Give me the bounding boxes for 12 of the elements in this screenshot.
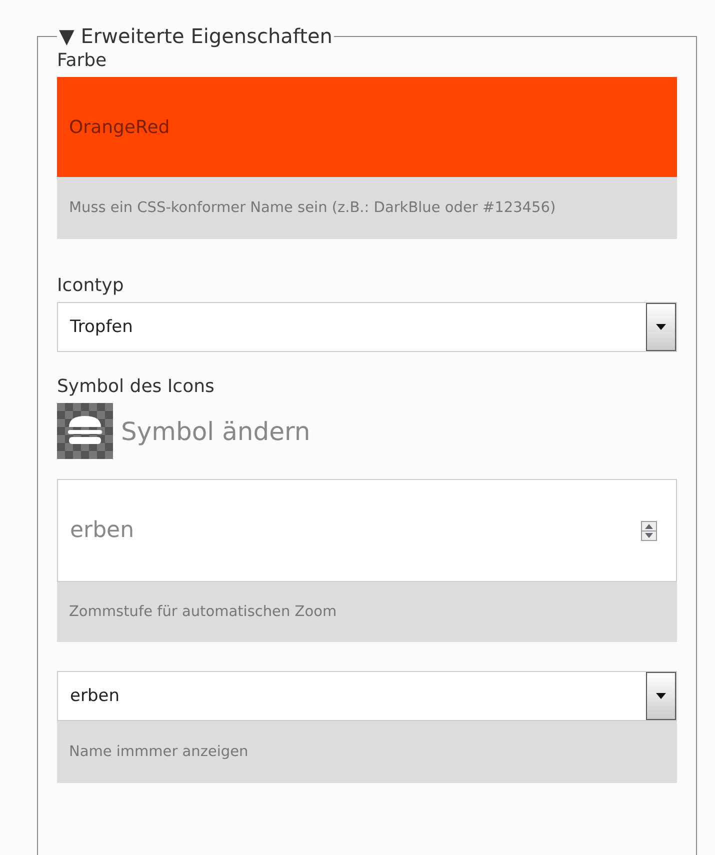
field-label: Farbe	[57, 50, 107, 71]
burger-icon	[57, 403, 113, 459]
field-hint: Muss ein CSS-konformer Name sein (z.B.: DarkBlue oder #123456)	[57, 177, 677, 239]
zoom-number-field[interactable]: erben	[57, 479, 677, 582]
section-toggle[interactable]: ▼ Erweiterte Eigenschaften	[59, 24, 332, 48]
icon-type-dropdown[interactable]: Tropfen	[57, 302, 677, 352]
field-label: Symbol des Icons	[57, 376, 214, 397]
field-hint: Zommstufe für automatischen Zoom	[57, 582, 677, 642]
spinner-icon[interactable]	[641, 521, 657, 541]
name-display-dropdown[interactable]: erben	[57, 671, 677, 721]
field-hint: Name immmer anzeigen	[57, 721, 677, 783]
field-label: Icontyp	[57, 275, 124, 296]
